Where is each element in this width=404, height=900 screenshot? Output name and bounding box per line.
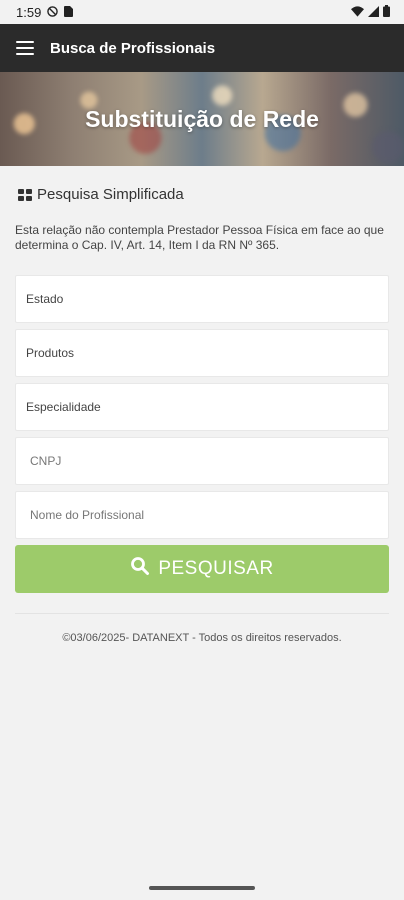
footer-text: ©03/06/2025- DATANEXT - Todos os direito… [62, 632, 342, 644]
home-indicator[interactable] [149, 886, 255, 890]
produtos-select[interactable]: Produtos [15, 329, 389, 377]
section-header: Pesquisa Simplificada [15, 186, 389, 203]
notice-text: Esta relação não contempla Prestador Pes… [15, 223, 384, 252]
especialidade-select[interactable]: Especialidade [15, 383, 389, 431]
section-title: Pesquisa Simplificada [37, 186, 184, 203]
signal-icon [368, 5, 379, 20]
main-content: Pesquisa Simplificada Esta relação não c… [0, 186, 404, 644]
wifi-icon [351, 5, 364, 20]
cnpj-input[interactable] [28, 453, 376, 469]
nome-profissional-input[interactable] [28, 507, 376, 523]
search-icon [130, 556, 150, 582]
status-time: 1:59 [16, 4, 42, 20]
menu-icon[interactable] [16, 41, 34, 55]
cnpj-field-container [15, 437, 389, 485]
sim-icon [64, 5, 74, 20]
app-title: Busca de Profissionais [50, 39, 216, 57]
no-disturb-icon [47, 5, 59, 20]
estado-select[interactable]: Estado [15, 275, 389, 323]
search-form: Estado Produtos Especialidade [15, 275, 389, 539]
search-button-label: PESQUISAR [158, 558, 274, 579]
search-button[interactable]: PESQUISAR [15, 545, 389, 593]
estado-label: Estado [26, 292, 64, 306]
divider [15, 613, 389, 614]
app-bar: Busca de Profissionais [0, 24, 404, 72]
produtos-label: Produtos [26, 346, 75, 360]
grid-icon [18, 188, 32, 201]
banner: Substituição de Rede [0, 72, 404, 166]
banner-title: Substituição de Rede [85, 105, 319, 132]
status-bar: 1:59 [0, 0, 404, 24]
nome-field-container [15, 491, 389, 539]
battery-icon [383, 4, 390, 20]
especialidade-label: Especialidade [26, 400, 101, 414]
